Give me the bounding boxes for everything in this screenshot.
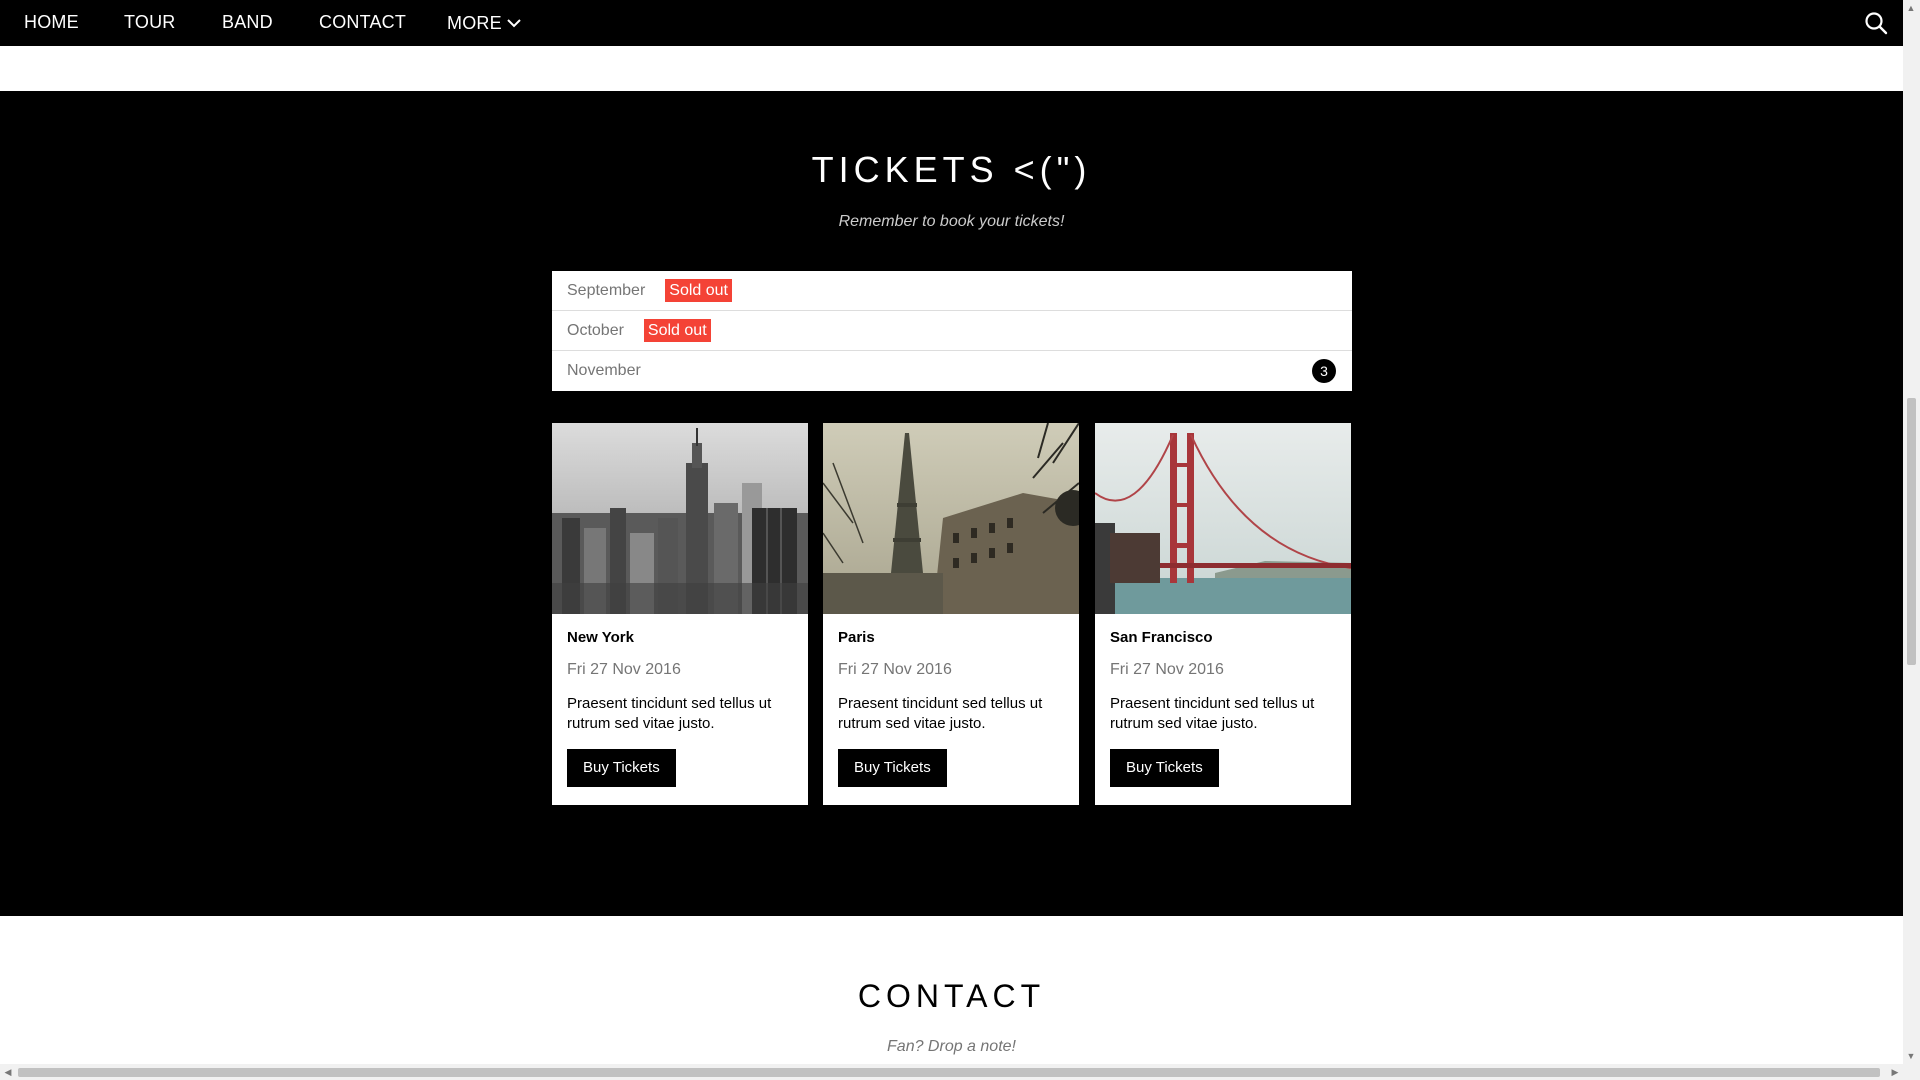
ticket-card-san-francisco: San Francisco Fri 27 Nov 2016 Praesent t… [1095, 423, 1351, 805]
tickets-subtitle: Remember to book your tickets! [838, 213, 1065, 230]
scroll-right-arrow-icon[interactable]: ▶ [1887, 1064, 1903, 1080]
nav-more-label: MORE [447, 13, 502, 33]
card-date: Fri 27 Nov 2016 [567, 661, 681, 678]
nav-band[interactable]: BAND [222, 0, 273, 46]
search-icon[interactable] [1863, 10, 1889, 36]
nav-home[interactable]: HOME [24, 0, 79, 46]
chevron-down-icon [507, 19, 521, 28]
card-date: Fri 27 Nov 2016 [838, 661, 952, 678]
san-francisco-image [1095, 423, 1351, 614]
paris-image [823, 423, 1079, 614]
month-label: October [567, 321, 624, 339]
tickets-section: TICKETS <(") Remember to book your ticke… [0, 91, 1903, 916]
sold-out-badge: Sold out [665, 279, 732, 302]
count-badge: 3 [1312, 359, 1336, 383]
nav-contact[interactable]: CONTACT [319, 0, 406, 46]
horizontal-scrollbar[interactable]: ◀ ▶ [0, 1064, 1920, 1080]
card-city: New York [567, 629, 634, 646]
ticket-card-paris: Paris Fri 27 Nov 2016 Praesent tincidunt… [823, 423, 1079, 805]
month-label: September [567, 281, 646, 299]
card-city: Paris [838, 629, 875, 646]
ticket-card-new-york: New York Fri 27 Nov 2016 Praesent tincid… [552, 423, 808, 805]
month-list: September Sold out October Sold out Nove… [552, 271, 1352, 391]
top-navbar: HOME TOUR BAND CONTACT MORE [0, 0, 1903, 46]
sold-out-badge: Sold out [643, 319, 711, 342]
scroll-down-arrow-icon[interactable]: ▼ [1903, 1048, 1919, 1064]
contact-title: CONTACT [857, 978, 1046, 1014]
vertical-scrollbar[interactable]: ▲ ▼ [1903, 0, 1920, 1064]
card-city: San Francisco [1110, 629, 1213, 646]
month-label: November [567, 362, 641, 379]
card-description: Praesent tincidunt sed tellus ut rutrum … [567, 695, 772, 732]
card-date: Fri 27 Nov 2016 [1110, 661, 1224, 678]
month-item-october[interactable]: October Sold out [552, 311, 1352, 351]
page: HOME TOUR BAND CONTACT MORE TICKETS <(")… [0, 0, 1903, 1064]
card-description: Praesent tincidunt sed tellus ut rutrum … [838, 695, 1043, 732]
vertical-scroll-thumb[interactable] [1907, 398, 1916, 665]
nav-more-dropdown[interactable]: MORE [447, 0, 522, 46]
buy-tickets-button[interactable]: Buy Tickets [838, 749, 947, 787]
nav-tour[interactable]: TOUR [124, 0, 175, 46]
scroll-up-arrow-icon[interactable]: ▲ [1903, 0, 1919, 16]
scroll-left-arrow-icon[interactable]: ◀ [0, 1064, 16, 1080]
month-item-november[interactable]: November 3 [552, 351, 1352, 391]
contact-subtitle: Fan? Drop a note! [887, 1038, 1016, 1055]
month-item-september[interactable]: September Sold out [552, 271, 1352, 311]
tickets-title: TICKETS <(") [811, 149, 1092, 190]
horizontal-scroll-thumb[interactable] [18, 1068, 1880, 1077]
buy-tickets-button[interactable]: Buy Tickets [1110, 749, 1219, 787]
buy-tickets-button[interactable]: Buy Tickets [567, 749, 676, 787]
card-description: Praesent tincidunt sed tellus ut rutrum … [1110, 695, 1315, 732]
new-york-image [552, 423, 808, 614]
